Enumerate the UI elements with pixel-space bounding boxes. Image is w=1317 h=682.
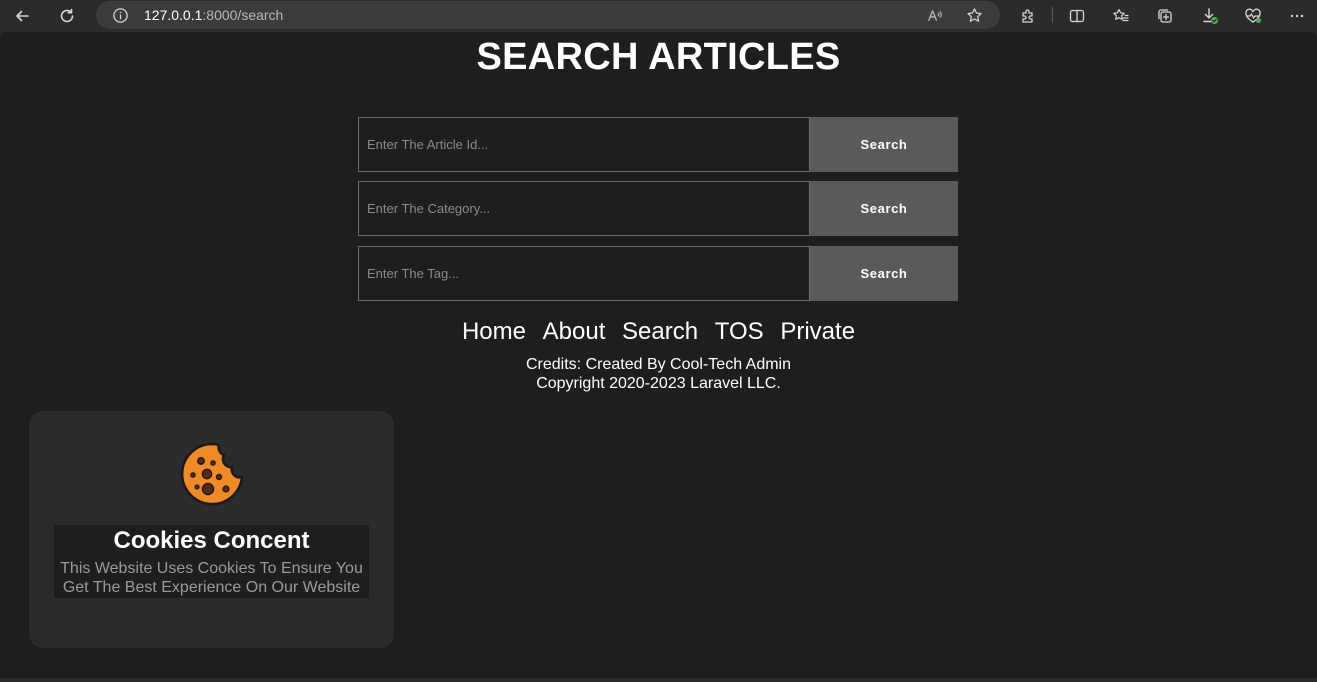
favorites-list-icon <box>1113 8 1129 22</box>
category-input[interactable] <box>358 181 810 236</box>
footer-nav: Home About Search TOS Private <box>0 318 1317 346</box>
search-form-category: Search <box>358 181 958 236</box>
url-host: 127.0.0.1 <box>144 7 203 23</box>
split-screen-button[interactable] <box>1063 2 1091 30</box>
nav-link-search[interactable]: Search <box>622 318 698 345</box>
browser-essentials-button[interactable] <box>1239 2 1267 30</box>
refresh-icon <box>60 8 74 23</box>
back-arrow-icon <box>16 10 29 22</box>
address-bar[interactable]: 127.0.0.1:8000/search <box>96 1 1000 29</box>
search-form-article-id: Search <box>358 117 958 172</box>
nav-link-home[interactable]: Home <box>462 318 526 345</box>
nav-link-about[interactable]: About <box>543 318 606 345</box>
page-title: SEARCH ARTICLES <box>476 36 841 78</box>
refresh-button[interactable] <box>53 2 81 30</box>
search-article-id-button[interactable]: Search <box>810 117 958 172</box>
download-icon <box>1203 8 1218 24</box>
url-text[interactable]: 127.0.0.1:8000/search <box>144 7 283 23</box>
cookie-title: Cookies Concent <box>113 527 310 554</box>
collections-button[interactable] <box>1151 2 1179 30</box>
split-screen-icon <box>1069 9 1085 23</box>
cookie-message: This Website Uses Cookies To Ensure You … <box>60 560 363 596</box>
search-tag-button[interactable]: Search <box>810 246 958 301</box>
heartbeat-icon <box>1245 8 1261 23</box>
extensions-button[interactable] <box>1014 2 1042 30</box>
credits-text: Credits: Created By Cool-Tech Admin <box>526 356 791 373</box>
page-viewport: SEARCH ARTICLES Search Search Search Hom… <box>0 32 1317 678</box>
article-id-input[interactable] <box>358 117 810 172</box>
footer-credits: Credits: Created By Cool-Tech Admin Copy… <box>0 355 1317 393</box>
ellipsis-icon <box>1290 14 1304 18</box>
back-button[interactable] <box>8 2 36 30</box>
search-form-tag: Search <box>358 246 958 301</box>
browser-toolbar: 127.0.0.1:8000/search <box>0 0 1317 32</box>
nav-link-tos[interactable]: TOS <box>715 318 764 345</box>
cookie-text-box: Cookies Concent This Website Uses Cookie… <box>54 525 369 598</box>
url-path: :8000/search <box>202 7 284 23</box>
read-aloud-icon[interactable] <box>924 5 944 25</box>
more-menu-button[interactable] <box>1283 2 1311 30</box>
downloads-button[interactable] <box>1196 2 1224 30</box>
collections-icon <box>1158 9 1172 23</box>
site-info-icon[interactable] <box>110 5 130 25</box>
search-category-button[interactable]: Search <box>810 181 958 236</box>
cookie-consent-card: Cookies Concent This Website Uses Cookie… <box>29 411 394 648</box>
nav-link-private[interactable]: Private <box>780 318 855 345</box>
favorite-star-icon[interactable] <box>964 5 984 25</box>
toolbar-separator <box>1052 7 1053 23</box>
copyright-text: Copyright 2020-2023 Laravel LLC. <box>536 375 781 392</box>
puzzle-icon <box>1022 9 1033 23</box>
window-bottom-edge <box>0 678 1317 682</box>
tag-input[interactable] <box>358 246 810 301</box>
favorites-button[interactable] <box>1107 2 1135 30</box>
cookie-icon <box>180 442 244 506</box>
